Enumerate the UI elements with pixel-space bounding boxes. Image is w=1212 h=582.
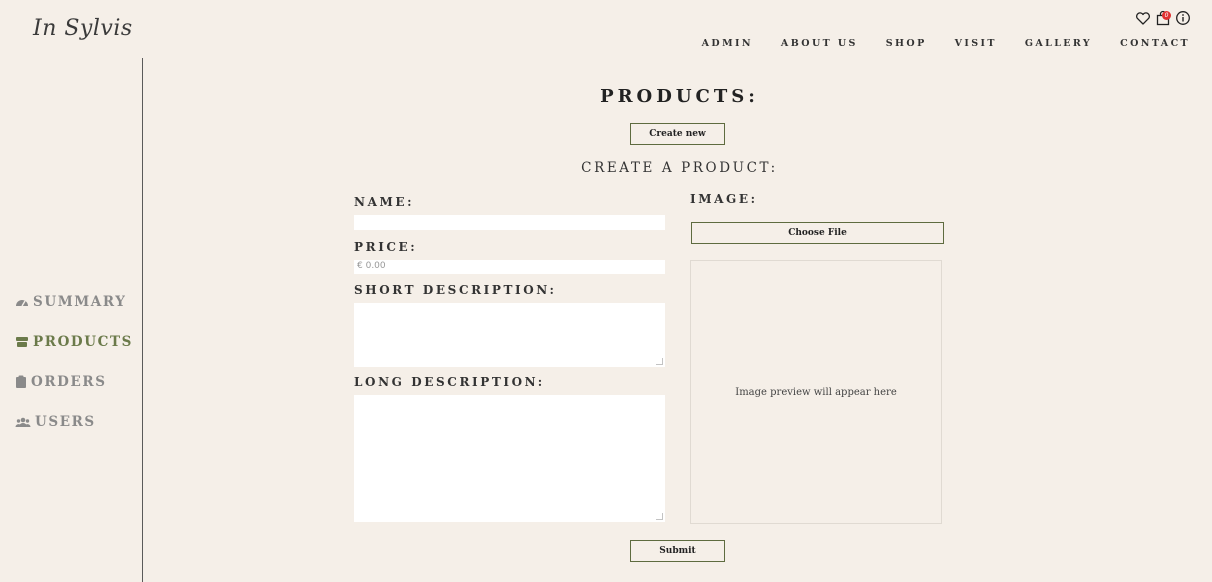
users-icon (15, 417, 31, 427)
choose-file-button[interactable]: Choose File (691, 222, 944, 244)
page-title: PRODUCTS: (600, 86, 759, 107)
nav-contact[interactable]: CONTACT (1120, 38, 1190, 49)
heart-icon[interactable] (1135, 10, 1151, 26)
info-icon[interactable] (1175, 10, 1191, 26)
sidebar-item-orders[interactable]: ORDERS (15, 362, 133, 402)
sidebar-item-label: USERS (35, 414, 96, 430)
nav-about-us[interactable]: ABOUT US (781, 38, 858, 49)
sidebar-item-users[interactable]: USERS (15, 402, 133, 442)
dashboard-icon (16, 300, 28, 307)
image-label: IMAGE: (690, 192, 758, 206)
resize-handle[interactable] (656, 358, 663, 365)
resize-handle[interactable] (656, 513, 663, 520)
sidebar-item-products[interactable]: PRODUCTS (15, 322, 133, 362)
sidebar: SUMMARY PRODUCTS ORDERS USERS (15, 282, 133, 442)
create-new-button[interactable]: Create new (630, 123, 725, 145)
submit-button[interactable]: Submit (630, 540, 725, 562)
header-icons: 0 (1135, 10, 1191, 26)
sidebar-item-label: SUMMARY (33, 294, 127, 310)
price-input[interactable]: € 0.00 (354, 260, 665, 274)
logo[interactable]: In Sylvis (33, 16, 133, 41)
main-nav: ADMIN ABOUT US SHOP VISIT GALLERY CONTAC… (674, 38, 1190, 49)
nav-admin[interactable]: ADMIN (702, 38, 753, 49)
shopping-bag-icon[interactable]: 0 (1155, 10, 1171, 26)
price-label: PRICE: (354, 240, 418, 254)
nav-visit[interactable]: VISIT (955, 38, 997, 49)
cart-badge: 0 (1162, 11, 1171, 20)
sidebar-item-summary[interactable]: SUMMARY (15, 282, 133, 322)
nav-gallery[interactable]: GALLERY (1025, 38, 1092, 49)
long-description-textarea[interactable] (354, 395, 665, 522)
name-input[interactable] (354, 215, 665, 230)
nav-shop[interactable]: SHOP (886, 38, 927, 49)
image-preview-text: Image preview will appear here (735, 386, 897, 398)
clipboard-icon (16, 375, 26, 388)
long-description-label: LONG DESCRIPTION: (354, 375, 545, 389)
short-description-textarea[interactable] (354, 303, 665, 367)
image-preview: Image preview will appear here (690, 260, 942, 524)
sidebar-item-label: ORDERS (31, 374, 107, 390)
sidebar-item-label: PRODUCTS (33, 334, 133, 350)
short-description-label: SHORT DESCRIPTION: (354, 283, 557, 297)
sidebar-divider (142, 58, 143, 582)
store-icon (16, 337, 28, 347)
name-label: NAME: (354, 195, 415, 209)
form-title: CREATE A PRODUCT: (581, 160, 778, 176)
